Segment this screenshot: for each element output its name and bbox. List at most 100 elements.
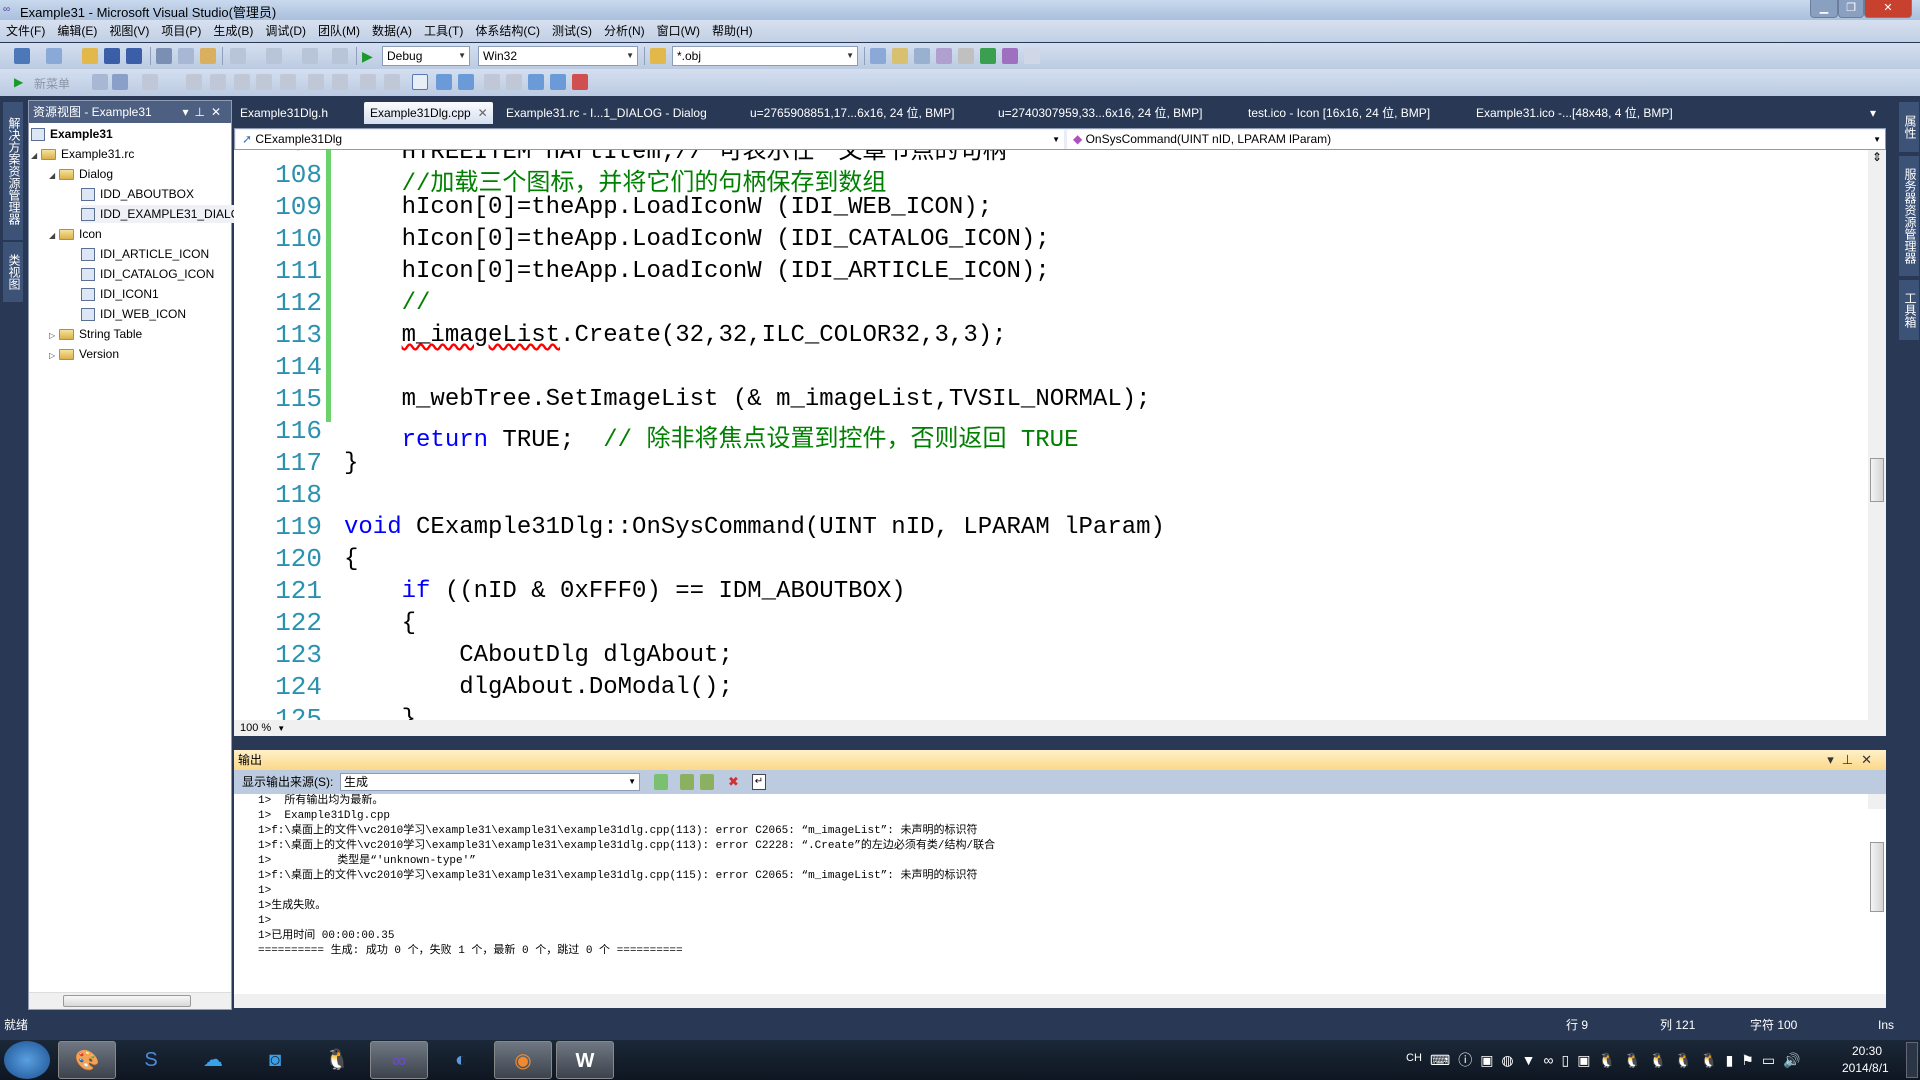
toolbox-icon[interactable] bbox=[936, 48, 952, 64]
solution-explorer-icon[interactable] bbox=[870, 48, 886, 64]
platform-combo[interactable]: Win32 ▼ bbox=[478, 46, 638, 66]
output-line[interactable]: ========== 生成: 成功 0 个，失败 1 个，最新 0 个，跳过 0… bbox=[246, 944, 1886, 959]
tab-toolbox[interactable]: 工具箱 bbox=[1899, 280, 1919, 340]
menu-tools[interactable]: 工具(T) bbox=[418, 20, 469, 42]
menu-project[interactable]: 项目(P) bbox=[155, 20, 207, 42]
tab-solution-explorer[interactable]: 解决方案资源管理器 bbox=[3, 102, 23, 240]
pointer-icon[interactable] bbox=[234, 74, 250, 90]
next-message-icon[interactable] bbox=[700, 774, 714, 790]
output-horizontal-scrollbar[interactable] bbox=[234, 994, 1886, 1008]
tab-example31dlg-h[interactable]: Example31Dlg.h bbox=[234, 102, 334, 124]
tab-example31-ico[interactable]: Example31.ico -...[48x48, 4 位, BMP] bbox=[1470, 102, 1679, 124]
taskbar-app-blue[interactable]: ◙ bbox=[246, 1041, 304, 1079]
uncomment-icon[interactable] bbox=[384, 74, 400, 90]
tree-rc-file[interactable]: ◢ Example31.rc bbox=[31, 145, 134, 163]
output-source-combo[interactable]: 生成 ▼ bbox=[340, 773, 640, 791]
close-tab-icon[interactable]: ✕ bbox=[478, 102, 488, 124]
tree-root[interactable]: Example31 bbox=[31, 125, 113, 143]
tree-item-dialog[interactable]: IDD_ABOUTBOX bbox=[81, 185, 194, 203]
next-bookmark-icon[interactable] bbox=[458, 74, 474, 90]
menu-file[interactable]: 文件(F) bbox=[0, 20, 51, 42]
horizontal-scrollbar[interactable] bbox=[29, 992, 231, 1009]
code-line[interactable]: //加载三个图标，并将它们的句柄保存到数组 bbox=[344, 162, 887, 198]
menu-team[interactable]: 团队(M) bbox=[312, 20, 366, 42]
configuration-combo[interactable]: Debug ▼ bbox=[382, 46, 470, 66]
start-page-icon[interactable] bbox=[980, 48, 996, 64]
tab-test-ico[interactable]: test.ico - Icon [16x16, 24 位, BMP] bbox=[1242, 102, 1436, 124]
tree-item-icon[interactable]: IDI_WEB_ICON bbox=[81, 305, 186, 323]
start-debugging-icon[interactable]: ▶ bbox=[362, 48, 378, 64]
grid-icon[interactable] bbox=[112, 74, 128, 90]
object-browser-icon[interactable] bbox=[914, 48, 930, 64]
collapsed-arrow-icon[interactable]: ▷ bbox=[49, 347, 59, 365]
scrollbar-thumb[interactable] bbox=[1870, 458, 1884, 502]
scrollbar-thumb[interactable] bbox=[1870, 842, 1884, 912]
font-icon[interactable] bbox=[256, 74, 272, 90]
undo-icon[interactable] bbox=[230, 48, 246, 64]
tree-folder-version[interactable]: ▷ Version bbox=[49, 345, 119, 363]
output-line[interactable]: 1> Example31Dlg.cpp bbox=[246, 809, 1886, 824]
taskbar-app-wps-writer[interactable]: W bbox=[556, 1041, 614, 1079]
menu-window[interactable]: 窗口(W) bbox=[651, 20, 706, 42]
pin-icon[interactable]: ⊥ bbox=[194, 105, 210, 119]
properties-icon[interactable] bbox=[892, 48, 908, 64]
output-line[interactable]: 1>f:\桌面上的文件\vc2010学习\example31\example31… bbox=[246, 869, 1886, 884]
next-doc-bookmark-icon[interactable] bbox=[550, 74, 566, 90]
output-line[interactable]: 1>生成失败。 bbox=[246, 899, 1886, 914]
tab-overflow-dropdown-icon[interactable]: ▾ bbox=[1864, 102, 1882, 124]
output-line[interactable]: 1> bbox=[246, 914, 1886, 929]
prev-bookmark-icon[interactable] bbox=[436, 74, 452, 90]
scrollbar-thumb[interactable] bbox=[63, 995, 191, 1007]
taskbar-app-browser[interactable]: ◉ bbox=[494, 1041, 552, 1079]
tab-example31dlg-cpp[interactable]: Example31Dlg.cpp ✕ bbox=[364, 102, 493, 124]
start-button[interactable] bbox=[4, 1041, 50, 1079]
redo-icon[interactable] bbox=[266, 48, 282, 64]
tray-icons[interactable]: ⌨ⓘ▣◍▼∞▯▣🐧🐧🐧🐧🐧▮⚑▭🔊 bbox=[1430, 1050, 1809, 1070]
member-combo[interactable]: ◆ OnSysCommand(UINT nID, LPARAM lParam) ▼ bbox=[1067, 130, 1885, 149]
minimize-button[interactable]: ▁ bbox=[1810, 0, 1838, 18]
taskbar-app-visual-studio[interactable]: ∞ bbox=[370, 1041, 428, 1079]
output-vertical-scrollbar[interactable] bbox=[1868, 794, 1886, 912]
tree-item-dialog[interactable]: IDD_EXAMPLE31_DIALOG bbox=[81, 205, 250, 223]
expanded-arrow-icon[interactable]: ◢ bbox=[49, 167, 59, 185]
save-all-icon[interactable] bbox=[126, 48, 142, 64]
code-line[interactable]: return TRUE; // 除非将焦点设置到控件，否则返回 TRUE bbox=[344, 418, 1079, 454]
tree-item-icon[interactable]: IDI_ARTICLE_ICON bbox=[81, 245, 209, 263]
code-line[interactable]: hIcon[0]=theApp.LoadIconW (IDI_WEB_ICON)… bbox=[344, 194, 993, 221]
code-line[interactable]: m_webTree.SetImageList (& m_imageList,TV… bbox=[344, 386, 1151, 413]
code-line[interactable]: hIcon[0]=theApp.LoadIconW (IDI_CATALOG_I… bbox=[344, 226, 1050, 253]
chevron-down-icon[interactable]: ▼ bbox=[277, 724, 285, 733]
next-bookmark-folder-icon[interactable] bbox=[506, 74, 522, 90]
output-line[interactable]: 1> 所有输出均为最新。 bbox=[246, 794, 1886, 809]
code-line[interactable]: { bbox=[344, 546, 358, 573]
code-line[interactable]: // bbox=[344, 290, 431, 317]
restore-button[interactable]: ❐ bbox=[1838, 0, 1864, 18]
menu-help[interactable]: 帮助(H) bbox=[706, 20, 759, 42]
menu-test[interactable]: 测试(S) bbox=[546, 20, 598, 42]
taskbar-app-paint[interactable]: 🎨 bbox=[58, 1041, 116, 1079]
close-icon[interactable]: ✕ bbox=[211, 105, 227, 119]
extension-manager-icon[interactable] bbox=[1002, 48, 1018, 64]
zoom-level[interactable]: 100 % bbox=[240, 722, 271, 734]
dropdown-icon[interactable]: ▾ bbox=[1827, 752, 1842, 767]
list-icon[interactable] bbox=[280, 74, 296, 90]
pin-icon[interactable]: ⊥ bbox=[1842, 752, 1861, 767]
cut-icon[interactable] bbox=[156, 48, 172, 64]
code-editor[interactable]: 107 HTREEITEM hArtItem;// 可表示任一文章节点的句柄10… bbox=[234, 150, 1886, 720]
menu-view[interactable]: 视图(V) bbox=[103, 20, 155, 42]
expanded-arrow-icon[interactable]: ◢ bbox=[49, 227, 59, 245]
taskbar-app-globe[interactable]: ◐ bbox=[432, 1041, 490, 1079]
output-text[interactable]: 1> 所有输出均为最新。 1> Example31Dlg.cpp 1>f:\桌面上的… bbox=[234, 794, 1886, 994]
paste-icon[interactable] bbox=[200, 48, 216, 64]
tab-example31-rc[interactable]: Example31.rc - I...1_DIALOG - Dialog bbox=[500, 102, 713, 124]
output-line[interactable]: 1>f:\桌面上的文件\vc2010学习\example31\example31… bbox=[246, 839, 1886, 854]
run-icon[interactable]: ▶ bbox=[14, 74, 30, 90]
class-combo[interactable]: ➚ CExample31Dlg ▼ bbox=[236, 130, 1064, 149]
tab-bmp-1[interactable]: u=2765908851,17...6x16, 24 位, BMP] bbox=[744, 102, 960, 124]
tree-item-icon[interactable]: IDI_CATALOG_ICON bbox=[81, 265, 214, 283]
menu-edit[interactable]: 编辑(E) bbox=[51, 20, 103, 42]
prev-bookmark-folder-icon[interactable] bbox=[484, 74, 500, 90]
clear-all-icon[interactable]: ✖ bbox=[728, 774, 742, 790]
menu-analyze[interactable]: 分析(N) bbox=[598, 20, 651, 42]
clear-bookmarks-icon[interactable] bbox=[572, 74, 588, 90]
